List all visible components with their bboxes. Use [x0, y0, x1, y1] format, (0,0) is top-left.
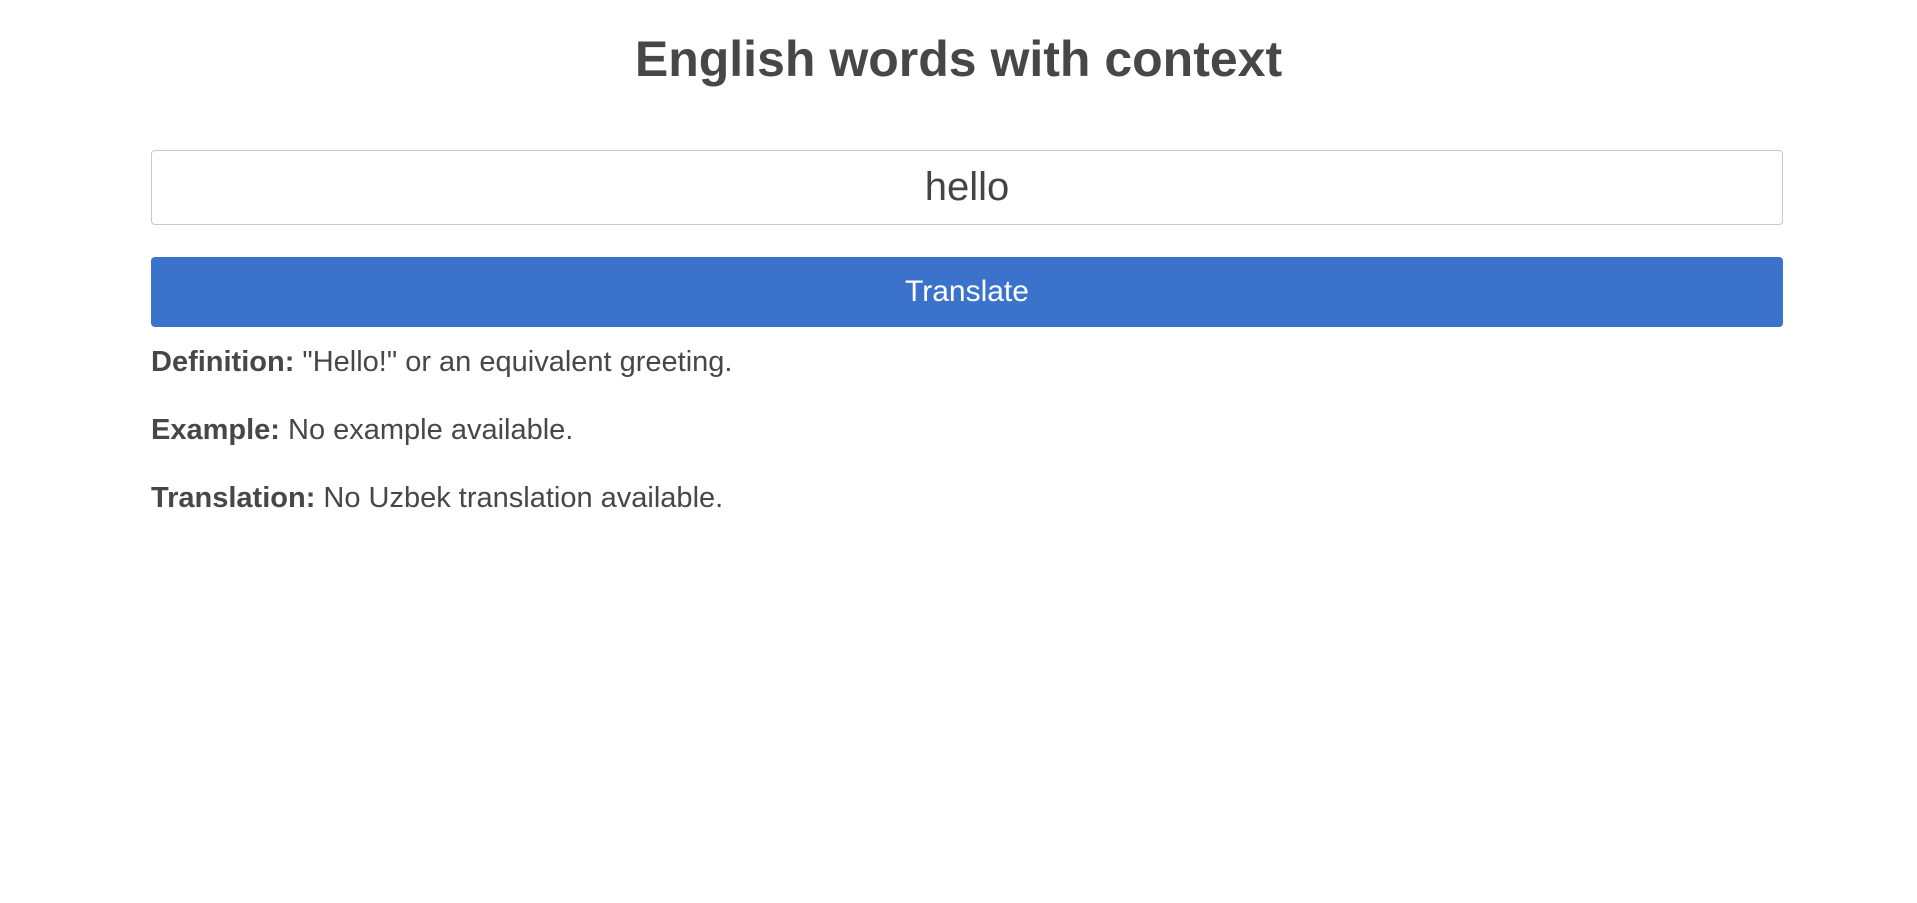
example-label: Example: — [151, 414, 280, 446]
definition-label: Definition: — [151, 346, 295, 378]
translation-line: Translation: No Uzbek translation availa… — [151, 480, 723, 516]
example-text: No example available. — [288, 414, 574, 446]
word-input[interactable] — [151, 150, 1783, 225]
translation-text: No Uzbek translation available. — [323, 482, 724, 514]
page-title: English words with context — [634, 31, 1283, 87]
translation-label: Translation: — [151, 482, 316, 514]
definition-line: Definition: "Hello!" or an equivalent gr… — [151, 344, 733, 380]
definition-text: "Hello!" or an equivalent greeting. — [302, 346, 733, 378]
example-line: Example: No example available. — [151, 412, 573, 448]
translate-button[interactable]: Translate — [151, 257, 1783, 327]
